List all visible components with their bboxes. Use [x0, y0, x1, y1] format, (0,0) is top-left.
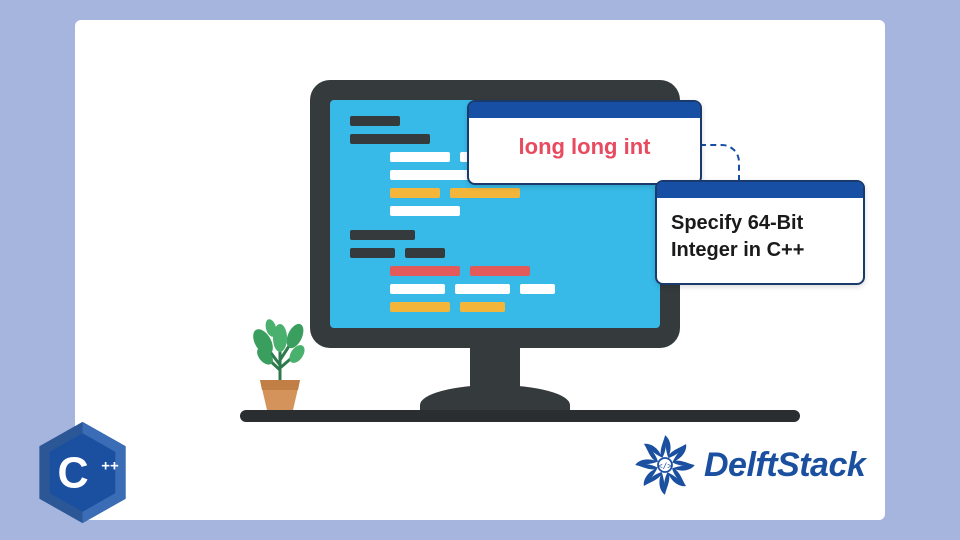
cpp-logo-icon: C ++ — [35, 420, 130, 525]
topic-line-2: Integer in C++ — [671, 237, 849, 264]
card-header — [469, 102, 700, 118]
delftstack-emblem-icon: </> — [630, 430, 700, 500]
topic-line-1: Specify 64-Bit — [671, 210, 849, 237]
code-type-card: long long int — [467, 100, 702, 185]
card-header — [657, 182, 863, 198]
delftstack-logo: </> DelftStack — [630, 420, 930, 510]
svg-text:</>: </> — [658, 462, 672, 471]
topic-card: Specify 64-Bit Integer in C++ — [655, 180, 865, 285]
connector-line — [700, 144, 740, 182]
svg-text:C: C — [58, 450, 89, 498]
topic-text: Specify 64-Bit Integer in C++ — [657, 198, 863, 276]
brand-name: DelftStack — [704, 446, 865, 485]
plant-illustration — [235, 310, 325, 420]
code-type-text: long long int — [469, 118, 700, 176]
svg-text:++: ++ — [101, 458, 119, 475]
